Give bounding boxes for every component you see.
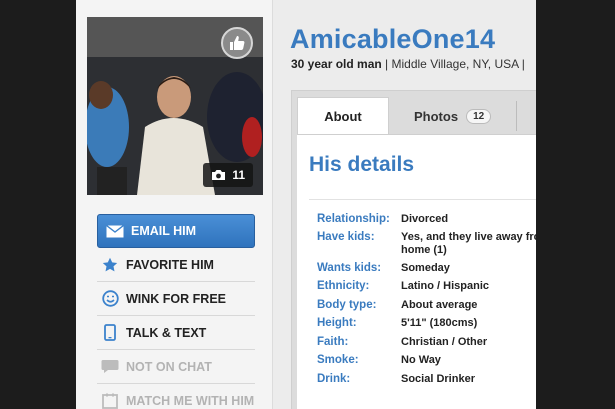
detail-label: Ethnicity: — [317, 280, 370, 292]
detail-label: Smoke: — [317, 354, 359, 366]
tab-photos[interactable]: Photos 12 — [402, 97, 503, 135]
location: | Middle Village, NY, USA | — [381, 57, 525, 71]
detail-label: Height: — [317, 317, 357, 329]
detail-value: Divorced — [401, 213, 449, 225]
chat-bubble-icon — [101, 358, 119, 376]
detail-value: 5'11" (180cms) — [401, 317, 478, 329]
tab-divider — [516, 101, 517, 131]
detail-row-relationship: Relationship: Divorced — [317, 213, 536, 231]
detail-label: Drink: — [317, 373, 351, 385]
profile-page: 11 EMAIL HIM FAVORITE HIM WINK FOR FREE … — [76, 0, 536, 409]
about-content: His details Relationship: Divorced Have k… — [297, 134, 536, 409]
tab-about[interactable]: About — [297, 97, 389, 135]
action-list: EMAIL HIM FAVORITE HIM WINK FOR FREE TAL… — [97, 214, 255, 409]
detail-value: Social Drinker — [401, 373, 475, 385]
like-button[interactable] — [221, 27, 253, 59]
detail-label: Wants kids: — [317, 262, 382, 274]
envelope-icon — [106, 224, 124, 237]
profile-panel: About Photos 12 His details Relationship… — [291, 90, 536, 409]
profile-username: AmicableOne14 — [290, 24, 496, 54]
chat-label: NOT ON CHAT — [126, 359, 212, 374]
divider — [309, 199, 536, 200]
details-heading: His details — [309, 153, 415, 176]
camera-icon — [212, 170, 226, 180]
email-label: EMAIL HIM — [131, 224, 197, 238]
detail-row-smoke: Smoke: No Way — [317, 354, 536, 373]
detail-value-line2: home (1) — [401, 244, 447, 256]
talk-label: TALK & TEXT — [126, 325, 207, 340]
detail-value-line1: Yes, and they live away fro — [401, 231, 536, 243]
photo-count: 11 — [232, 168, 245, 182]
tab-photos-label: Photos — [414, 108, 459, 124]
favorite-button[interactable]: FAVORITE HIM — [97, 248, 255, 282]
calendar-icon — [101, 392, 119, 409]
detail-value: Someday — [401, 262, 450, 274]
detail-value: About average — [401, 299, 478, 311]
photo-count-badge[interactable]: 11 — [203, 163, 253, 187]
wink-label: WINK FOR FREE — [126, 291, 226, 306]
detail-row-wants-kids: Wants kids: Someday — [317, 262, 536, 280]
wink-smiley-icon — [101, 290, 119, 308]
profile-subline: 30 year old man | Middle Village, NY, US… — [291, 57, 525, 71]
match-button[interactable]: MATCH ME WITH HIM — [97, 384, 255, 409]
thumbs-up-icon — [230, 36, 245, 50]
detail-label: Relationship: — [317, 213, 390, 225]
detail-label: Have kids: — [317, 231, 375, 243]
match-label: MATCH ME WITH HIM — [126, 393, 255, 408]
left-sidebar: 11 EMAIL HIM FAVORITE HIM WINK FOR FREE … — [76, 0, 273, 409]
detail-value: Christian / Other — [401, 336, 488, 348]
profile-photo[interactable]: 11 — [87, 17, 263, 195]
detail-label: Body type: — [317, 299, 377, 311]
detail-label: Faith: — [317, 336, 349, 348]
detail-row-kids: Have kids: Yes, and they live away fro hom… — [317, 231, 536, 262]
detail-row-faith: Faith: Christian / Other — [317, 336, 536, 354]
email-button[interactable]: EMAIL HIM — [97, 214, 255, 248]
chat-button: NOT ON CHAT — [97, 350, 255, 384]
details-list: Relationship: Divorced Have kids: Yes, and… — [317, 213, 536, 391]
detail-value: No Way — [401, 354, 441, 366]
detail-row-drink: Drink: Social Drinker — [317, 373, 536, 391]
talk-text-button[interactable]: TALK & TEXT — [97, 316, 255, 350]
detail-row-ethnicity: Ethnicity: Latino / Hispanic — [317, 280, 536, 299]
detail-row-body-type: Body type: About average — [317, 299, 536, 317]
age-gender: 30 year old man — [291, 57, 382, 71]
detail-value: Latino / Hispanic — [401, 280, 490, 292]
wink-button[interactable]: WINK FOR FREE — [97, 282, 255, 316]
detail-row-height: Height: 5'11" (180cms) — [317, 317, 536, 336]
favorite-label: FAVORITE HIM — [126, 257, 214, 272]
star-icon — [101, 256, 119, 274]
detail-value: Yes, and they live away fro home (1) — [401, 231, 536, 262]
phone-icon — [101, 324, 119, 342]
photos-count-badge: 12 — [466, 108, 492, 124]
